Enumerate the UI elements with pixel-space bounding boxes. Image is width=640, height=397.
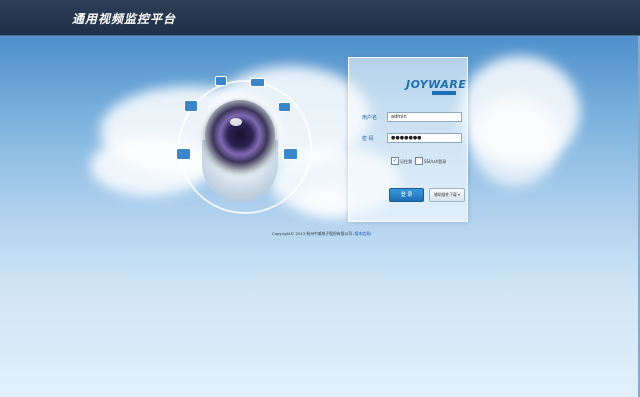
- app-title: 通用视频监控平台: [72, 12, 177, 26]
- chevron-down-icon: ▾: [458, 192, 460, 197]
- remember-label: 记住我: [400, 159, 412, 164]
- password-label: 密 码: [362, 136, 374, 142]
- sky-background: [0, 36, 640, 397]
- monitor-icon: [283, 148, 298, 160]
- logo: JOYWARE: [406, 78, 467, 91]
- video-camera-icon: [278, 102, 291, 112]
- plugin-download-label: 辅助插件下载: [434, 192, 457, 197]
- car-icon: [250, 78, 265, 87]
- remember-checkbox[interactable]: ✓: [391, 157, 399, 165]
- alarm-icon: [215, 76, 227, 86]
- login-button[interactable]: 登 录: [389, 188, 424, 202]
- camera-lens-icon: [205, 100, 275, 170]
- ssl-checkbox[interactable]: [415, 157, 423, 165]
- lens-glint: [230, 118, 242, 126]
- top-banner: 通用视频监控平台: [0, 0, 640, 36]
- version-link[interactable]: (版本信息): [353, 231, 371, 236]
- username-label: 用户名: [362, 115, 378, 121]
- plugin-download-button[interactable]: 辅助插件下载 ▾: [429, 188, 465, 202]
- copyright: Copyright© 2013 杭州中威电子股份有限公司 (版本信息): [272, 231, 371, 237]
- copyright-text: Copyright© 2013 杭州中威电子股份有限公司: [272, 231, 352, 236]
- map-icon: [176, 148, 191, 160]
- password-field[interactable]: ●●●●●●●: [387, 133, 462, 143]
- picture-icon: [184, 100, 198, 112]
- username-field[interactable]: [387, 112, 462, 122]
- ssl-label: SSl/ssh登录: [424, 159, 447, 164]
- login-panel: JOYWARE 用户名 密 码 ●●●●●●● ✓ 记住我 SSl/ssh登录 …: [348, 57, 468, 222]
- logo-underline: [432, 91, 456, 95]
- surveillance-illustration: [160, 70, 320, 230]
